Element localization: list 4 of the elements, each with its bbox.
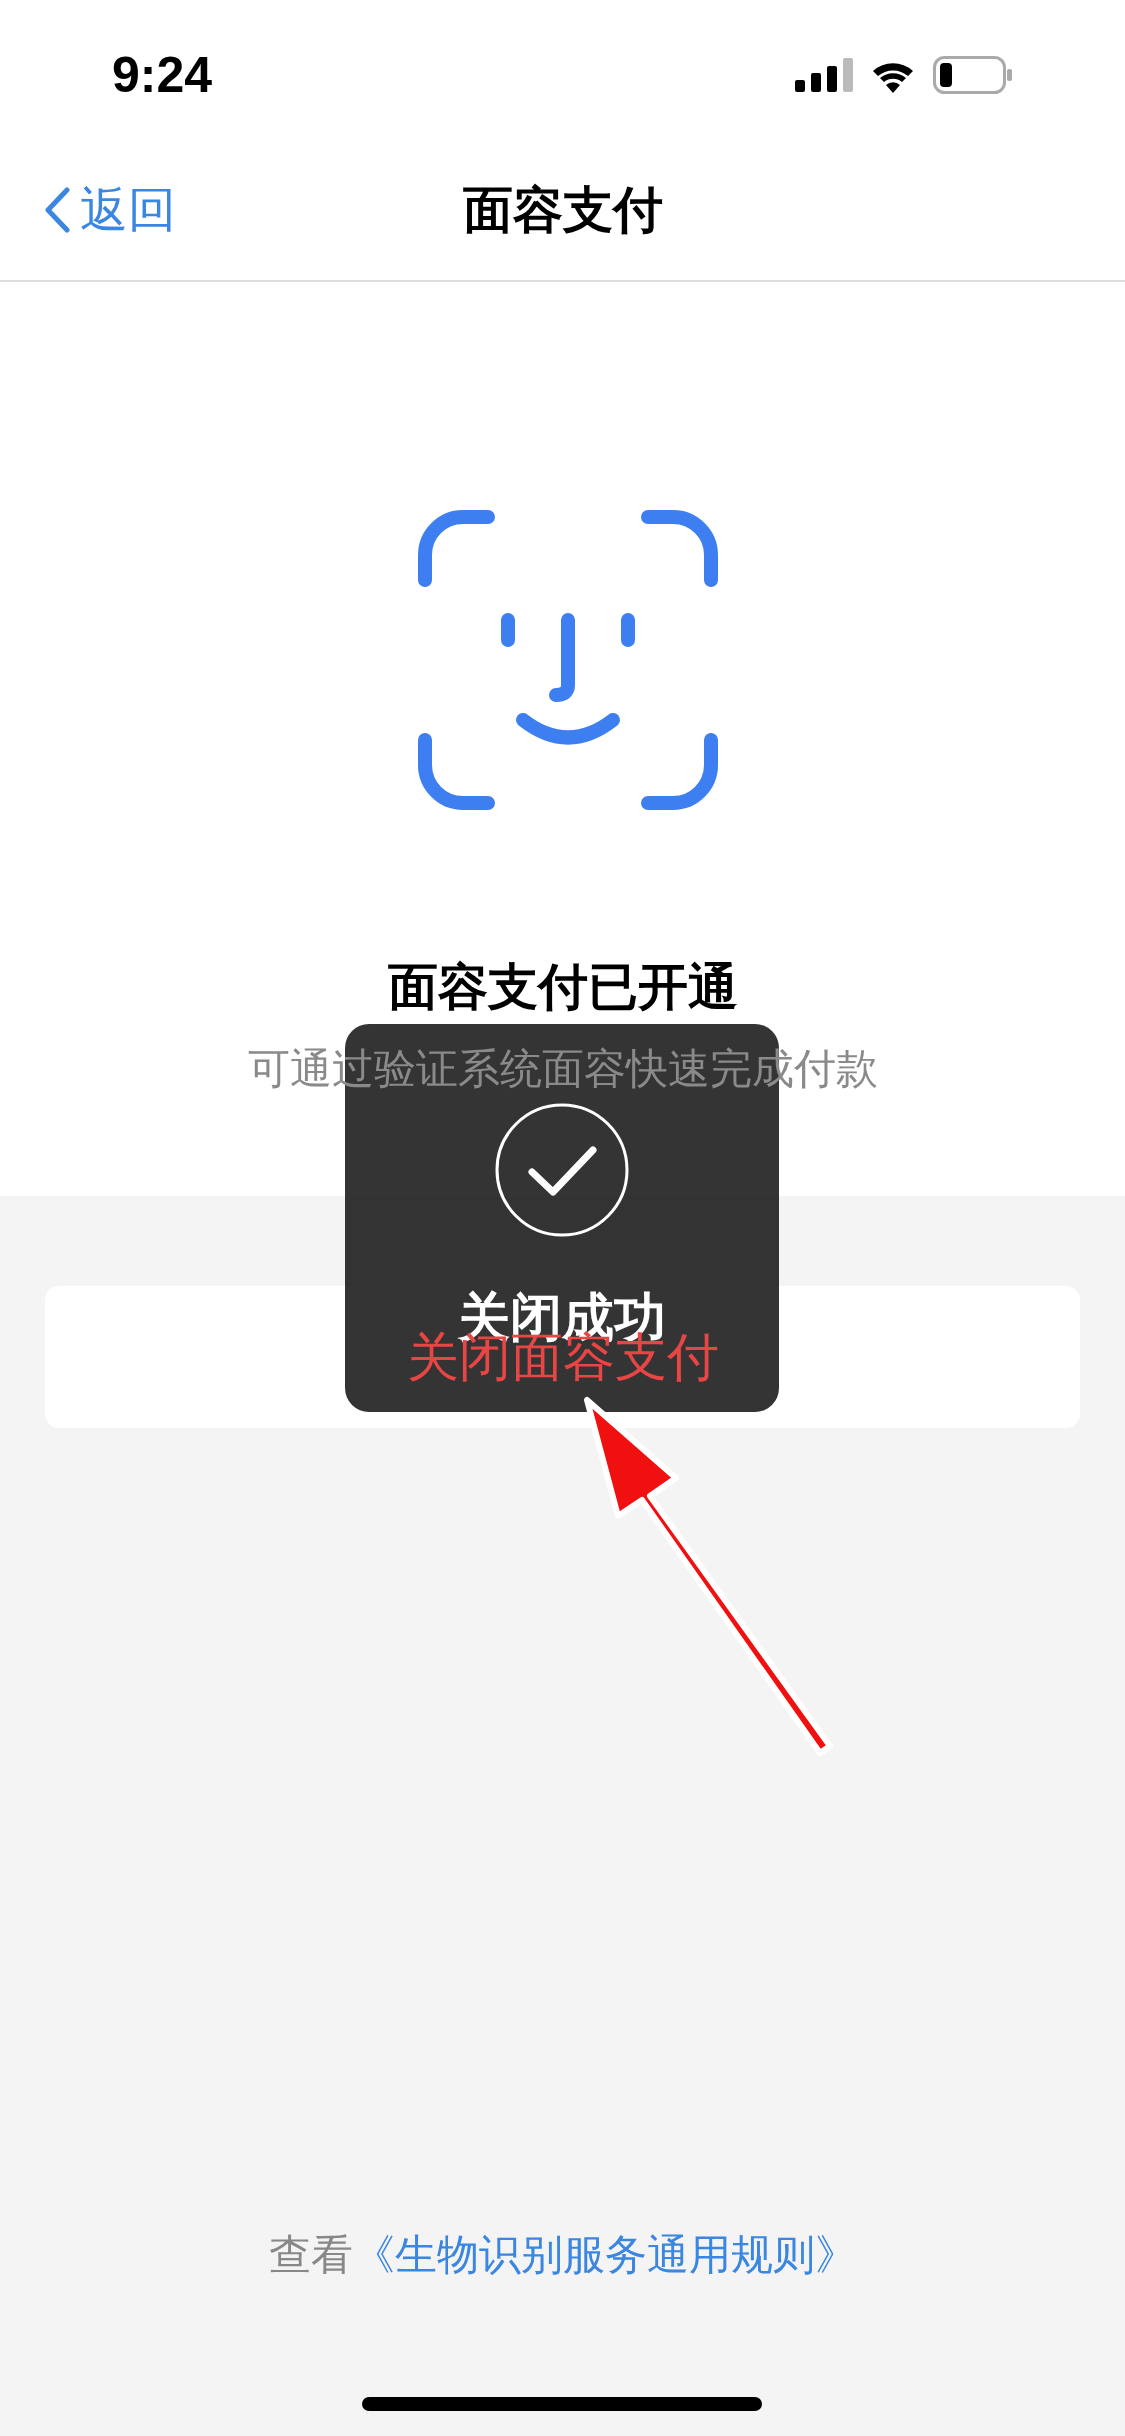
status-time: 9:24 <box>112 45 213 105</box>
page-title: 面容支付 <box>462 180 663 240</box>
status-title: 面容支付已开通 <box>387 958 738 1017</box>
footer-text: 查看《生物识别服务通用规则》 <box>267 2230 858 2280</box>
